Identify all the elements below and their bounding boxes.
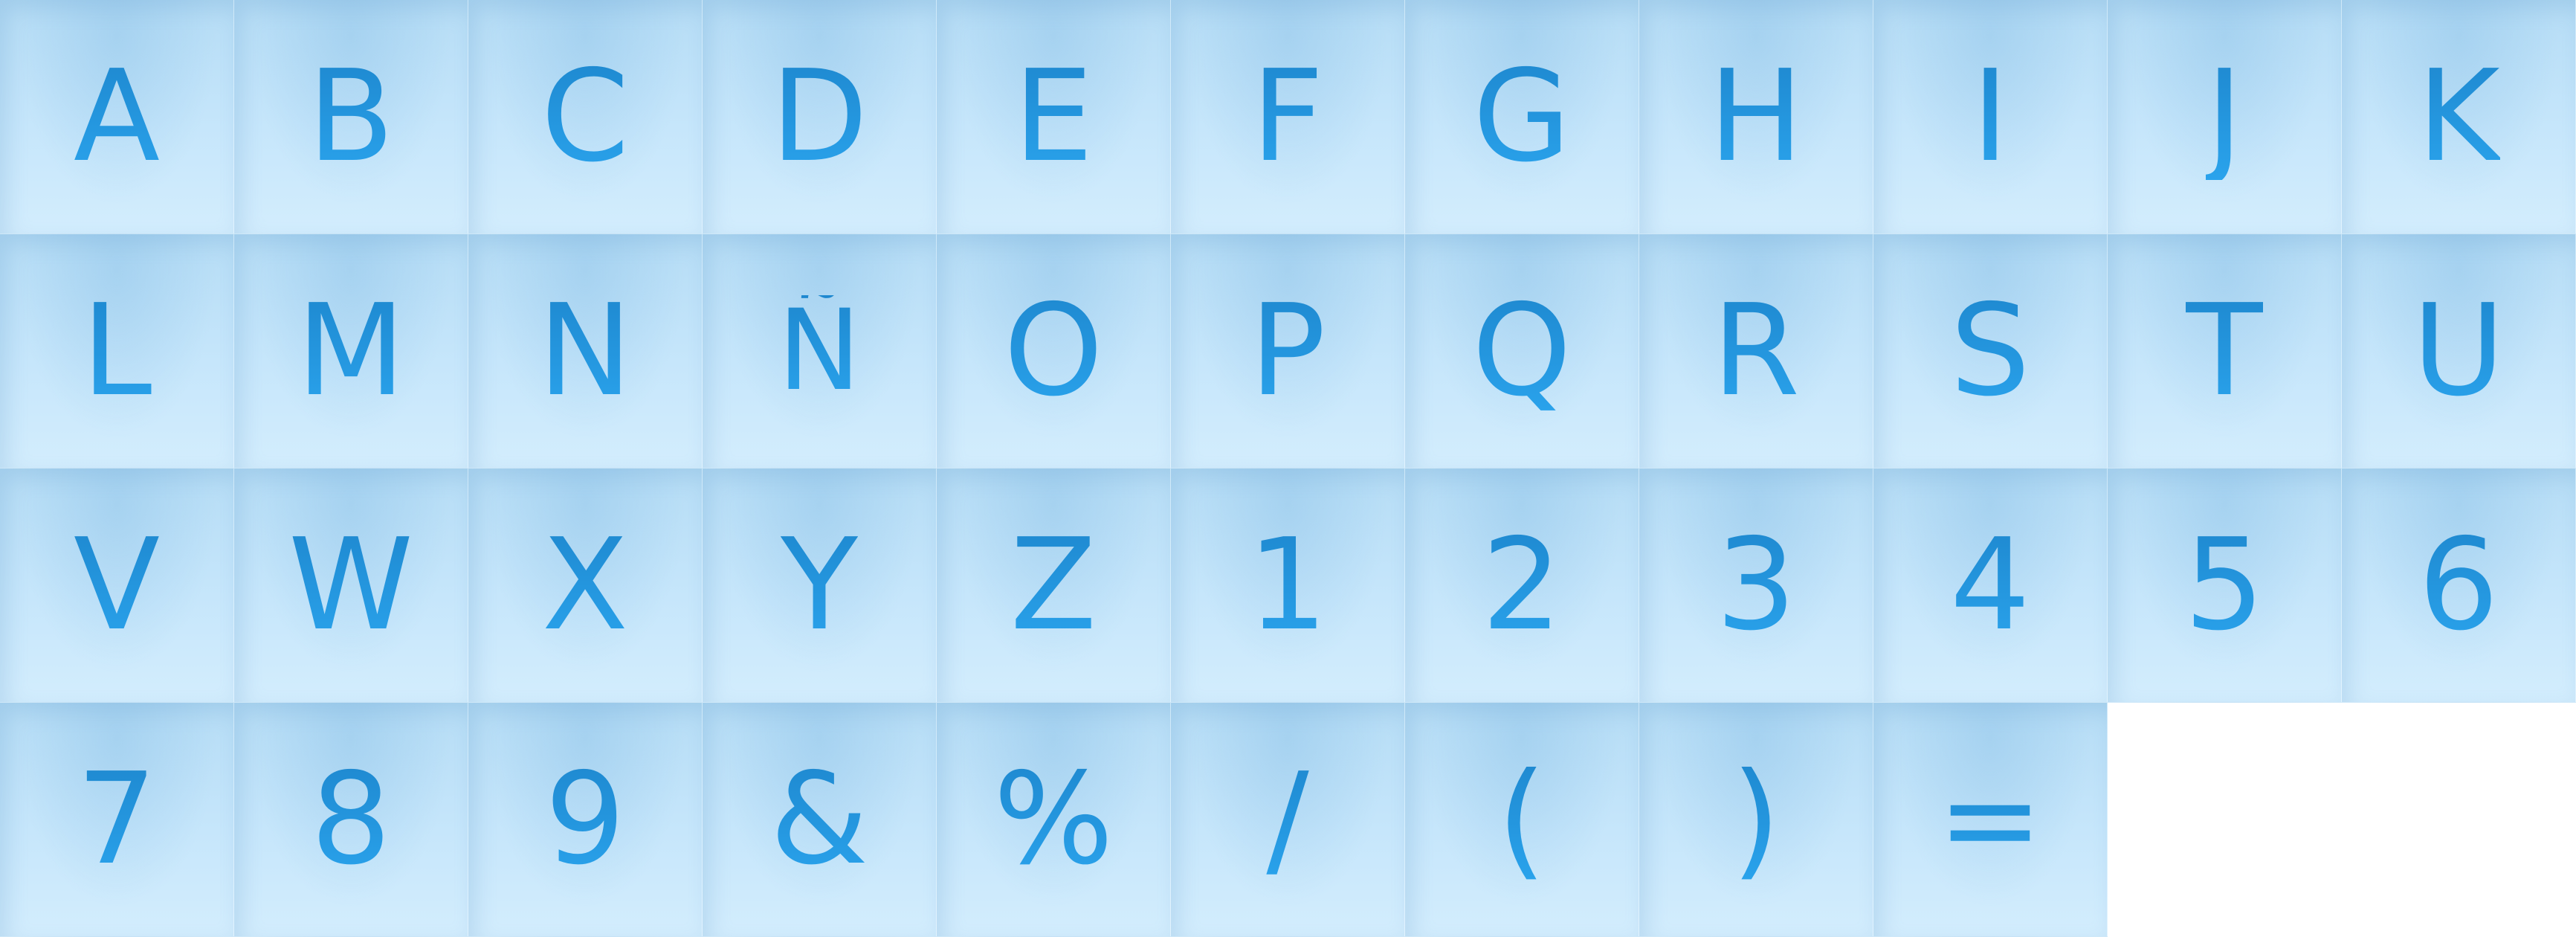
glyph-digit-3: 3 xyxy=(1715,512,1797,659)
glyph-letter-l: L xyxy=(81,277,152,425)
tile-ampersand[interactable]: & xyxy=(703,703,937,937)
glyph-slash: / xyxy=(1266,746,1309,893)
glyph-letter-t: T xyxy=(2186,277,2263,425)
glyph-digit-2: 2 xyxy=(1481,512,1563,659)
tile-letter-r[interactable]: R xyxy=(1639,234,1873,468)
tile-letter-o[interactable]: O xyxy=(937,234,1171,468)
tile-left-parenthesis[interactable]: ( xyxy=(1405,703,1639,937)
glyph-letter-r: R xyxy=(1711,277,1801,425)
tile-letter-z[interactable]: Z xyxy=(937,468,1171,703)
glyph-letter-z: Z xyxy=(1010,512,1097,659)
tile-right-parenthesis[interactable]: ) xyxy=(1639,703,1873,937)
tile-letter-c[interactable]: C xyxy=(468,0,703,234)
tile-slash[interactable]: / xyxy=(1171,703,1405,937)
tile-letter-j[interactable]: J xyxy=(2108,0,2342,234)
tile-digit-1[interactable]: 1 xyxy=(1171,468,1405,703)
tile-digit-6[interactable]: 6 xyxy=(2342,468,2576,703)
glyph-letter-n: N xyxy=(538,277,633,425)
glyph-letter-h: H xyxy=(1708,43,1804,190)
glyph-ampersand: & xyxy=(769,746,869,893)
glyph-digit-8: 8 xyxy=(310,746,392,893)
tile-letter-a[interactable]: A xyxy=(0,0,234,234)
tile-letter-y[interactable]: Y xyxy=(703,468,937,703)
glyph-letter-a: A xyxy=(73,43,161,190)
tile-letter-t[interactable]: T xyxy=(2108,234,2342,468)
glyph-letter-p: P xyxy=(1249,277,1326,425)
tile-letter-s[interactable]: S xyxy=(1873,234,2108,468)
glyph-letter-e: E xyxy=(1013,43,1094,190)
tile-letter-l[interactable]: L xyxy=(0,234,234,468)
glyph-letter-y: Y xyxy=(781,512,858,659)
glyph-letter-k: K xyxy=(2417,43,2500,190)
glyph-letter-f: F xyxy=(1251,43,1324,190)
tile-percent[interactable]: % xyxy=(937,703,1171,937)
tile-letter-m[interactable]: M xyxy=(234,234,468,468)
tile-digit-7[interactable]: 7 xyxy=(0,703,234,937)
glyph-equals: = xyxy=(1937,746,2044,893)
tile-letter-d[interactable]: D xyxy=(703,0,937,234)
glyph-digit-7: 7 xyxy=(76,746,158,893)
tile-letter-g[interactable]: G xyxy=(1405,0,1639,234)
glyph-letter-b: B xyxy=(307,43,395,190)
tile-letter-f[interactable]: F xyxy=(1171,0,1405,234)
tile-letter-w[interactable]: W xyxy=(234,468,468,703)
glyph-right-parenthesis: ) xyxy=(1731,746,1781,893)
tile-equals[interactable]: = xyxy=(1873,703,2108,937)
tile-digit-8[interactable]: 8 xyxy=(234,703,468,937)
tile-letter-n-tilde[interactable]: Ñ xyxy=(703,234,937,468)
glyph-letter-m: M xyxy=(296,277,406,425)
tile-letter-p[interactable]: P xyxy=(1171,234,1405,468)
glyph-letter-g: G xyxy=(1473,43,1571,190)
tile-letter-i[interactable]: I xyxy=(1873,0,2108,234)
glyph-letter-u: U xyxy=(2412,277,2505,425)
tile-letter-u[interactable]: U xyxy=(2342,234,2576,468)
tile-letter-q[interactable]: Q xyxy=(1405,234,1639,468)
tile-letter-v[interactable]: V xyxy=(0,468,234,703)
glyph-letter-q: Q xyxy=(1472,277,1572,425)
tile-digit-3[interactable]: 3 xyxy=(1639,468,1873,703)
glyph-letter-w: W xyxy=(288,512,414,659)
glyph-letter-j: J xyxy=(2205,43,2244,190)
tile-letter-n[interactable]: N xyxy=(468,234,703,468)
glyph-percent: % xyxy=(993,746,1114,893)
tile-letter-x[interactable]: X xyxy=(468,468,703,703)
tile-letter-e[interactable]: E xyxy=(937,0,1171,234)
glyph-letter-x: X xyxy=(541,512,629,659)
glyph-digit-1: 1 xyxy=(1247,512,1329,659)
glyph-digit-9: 9 xyxy=(544,746,626,893)
glyph-tile-grid: A B C D E F G H I J K L M N Ñ O P Q R S T U V W X Y Z 1 2 3 4 5 6 7 8 9 &% / (… xyxy=(0,0,2576,937)
tile-digit-2[interactable]: 2 xyxy=(1405,468,1639,703)
glyph-digit-5: 5 xyxy=(2183,512,2265,659)
glyph-letter-n-tilde: Ñ xyxy=(777,286,862,416)
tile-letter-b[interactable]: B xyxy=(234,0,468,234)
glyph-letter-i: I xyxy=(1971,43,2010,190)
tile-letter-k[interactable]: K xyxy=(2342,0,2576,234)
glyph-digit-4: 4 xyxy=(1949,512,2031,659)
glyph-letter-s: S xyxy=(1950,277,2030,425)
glyph-digit-6: 6 xyxy=(2418,512,2499,659)
tile-digit-4[interactable]: 4 xyxy=(1873,468,2108,703)
glyph-letter-d: D xyxy=(770,43,868,190)
glyph-letter-v: V xyxy=(73,512,161,659)
tile-letter-h[interactable]: H xyxy=(1639,0,1873,234)
glyph-letter-o: O xyxy=(1004,277,1103,425)
glyph-letter-c: C xyxy=(540,43,630,190)
glyph-left-parenthesis: ( xyxy=(1497,746,1547,893)
tile-digit-5[interactable]: 5 xyxy=(2108,468,2342,703)
tile-digit-9[interactable]: 9 xyxy=(468,703,703,937)
